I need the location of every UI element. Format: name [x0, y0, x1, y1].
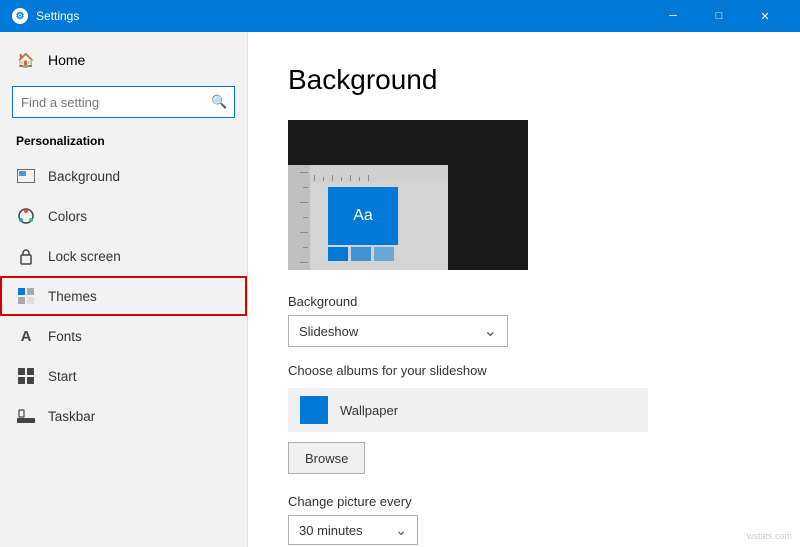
sidebar-item-themes[interactable]: Themes	[0, 276, 247, 316]
page-title: Background	[288, 64, 760, 96]
choose-albums-label: Choose albums for your slideshow	[288, 363, 760, 378]
browse-button[interactable]: Browse	[288, 442, 365, 474]
sidebar-item-home[interactable]: 🏠 Home	[0, 40, 247, 80]
background-dropdown-value: Slideshow	[299, 324, 358, 339]
interval-dropdown[interactable]: 30 minutes ⌄	[288, 515, 418, 545]
preview-area: Aa	[288, 120, 528, 270]
start-icon	[16, 366, 36, 386]
search-icon: 🔍	[205, 86, 234, 118]
sidebar-item-label-lockscreen: Lock screen	[48, 249, 121, 264]
lock-icon	[16, 246, 36, 266]
main-content: 🏠 Home 🔍 Personalization Background Colo…	[0, 32, 800, 547]
search-box[interactable]: 🔍	[12, 86, 235, 118]
close-button[interactable]: ✕	[742, 0, 788, 32]
background-dropdown[interactable]: Slideshow ⌄	[288, 315, 508, 347]
window-controls: ─ □ ✕	[650, 0, 788, 32]
colors-icon	[16, 206, 36, 226]
interval-value: 30 minutes	[299, 523, 363, 538]
home-icon: 🏠	[16, 50, 36, 70]
dropdown-arrow-icon: ⌄	[484, 321, 497, 341]
sidebar-item-label-background: Background	[48, 169, 120, 184]
album-item: Wallpaper	[288, 388, 648, 432]
background-icon	[16, 166, 36, 186]
sidebar-item-label-start: Start	[48, 369, 77, 384]
minimize-button[interactable]: ─	[650, 0, 696, 32]
sidebar-item-colors[interactable]: Colors	[0, 196, 247, 236]
right-panel: Background	[248, 32, 800, 547]
sidebar-item-lockscreen[interactable]: Lock screen	[0, 236, 247, 276]
interval-arrow-icon: ⌄	[395, 522, 407, 539]
titlebar: ⚙ Settings ─ □ ✕	[0, 0, 800, 32]
taskbar-icon	[16, 406, 36, 426]
preview-text: Aa	[353, 207, 373, 225]
preview-inner: Aa	[288, 165, 448, 270]
maximize-button[interactable]: □	[696, 0, 742, 32]
settings-icon: ⚙	[12, 8, 28, 24]
watermark: wstats.com	[747, 531, 792, 541]
sidebar-section-title: Personalization	[0, 130, 247, 156]
sidebar: 🏠 Home 🔍 Personalization Background Colo…	[0, 32, 248, 547]
sidebar-item-fonts[interactable]: A Fonts	[0, 316, 247, 356]
album-name: Wallpaper	[340, 403, 398, 418]
home-label: Home	[48, 52, 85, 68]
themes-icon	[16, 286, 36, 306]
album-thumbnail	[300, 396, 328, 424]
search-input[interactable]	[13, 95, 205, 110]
background-form-label: Background	[288, 294, 760, 309]
change-picture-label: Change picture every	[288, 494, 760, 509]
sidebar-item-label-themes: Themes	[48, 289, 97, 304]
fonts-icon: A	[16, 326, 36, 346]
sidebar-item-label-taskbar: Taskbar	[48, 409, 95, 424]
titlebar-title: Settings	[36, 9, 650, 23]
sidebar-item-taskbar[interactable]: Taskbar	[0, 396, 247, 436]
sidebar-item-background[interactable]: Background	[0, 156, 247, 196]
sidebar-item-label-colors: Colors	[48, 209, 87, 224]
sidebar-item-label-fonts: Fonts	[48, 329, 82, 344]
sidebar-item-start[interactable]: Start	[0, 356, 247, 396]
